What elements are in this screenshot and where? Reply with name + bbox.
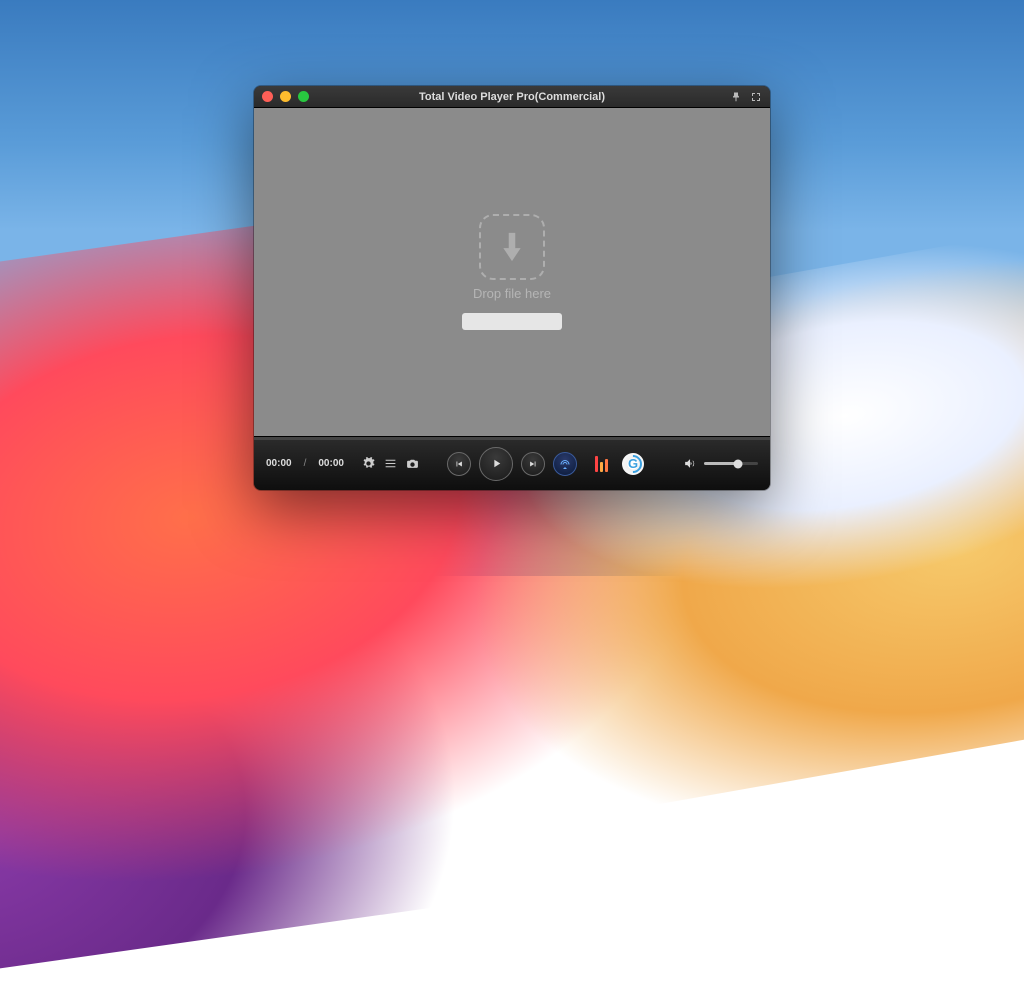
- next-icon: [528, 459, 538, 469]
- progress-track[interactable]: [254, 437, 770, 440]
- airplay-button[interactable]: [553, 452, 577, 476]
- right-controls: [683, 457, 758, 470]
- volume-slider[interactable]: [704, 462, 758, 465]
- drop-label: Drop file here: [473, 286, 551, 301]
- arrow-down-icon: [499, 230, 525, 264]
- convert-icon: G: [628, 456, 638, 471]
- current-time: 00:00: [266, 458, 292, 469]
- playback-controls: [447, 447, 577, 481]
- controls-bar: 00:00 / 00:00: [254, 436, 770, 490]
- drop-box: [479, 214, 545, 280]
- next-button[interactable]: [521, 452, 545, 476]
- gear-icon[interactable]: [362, 457, 375, 470]
- time-separator: /: [304, 458, 307, 469]
- volume-control: [683, 457, 758, 470]
- equalizer-icon: [595, 456, 608, 472]
- camera-icon[interactable]: [406, 457, 419, 470]
- titlebar[interactable]: Total Video Player Pro(Commercial): [254, 86, 770, 108]
- airplay-icon: [559, 458, 571, 470]
- video-area[interactable]: Drop file here: [254, 108, 770, 436]
- open-file-button[interactable]: [462, 313, 562, 330]
- speaker-icon[interactable]: [683, 457, 696, 470]
- video-player-window: Total Video Player Pro(Commercial) Drop …: [254, 86, 770, 490]
- play-button[interactable]: [479, 447, 513, 481]
- volume-thumb[interactable]: [734, 459, 743, 468]
- total-time: 00:00: [318, 458, 344, 469]
- utility-icons: [362, 457, 419, 470]
- play-icon: [490, 457, 503, 470]
- drop-target[interactable]: Drop file here: [473, 214, 551, 301]
- extra-buttons: G: [590, 453, 644, 475]
- list-icon[interactable]: [384, 457, 397, 470]
- window-title: Total Video Player Pro(Commercial): [254, 91, 770, 103]
- previous-button[interactable]: [447, 452, 471, 476]
- previous-icon: [454, 459, 464, 469]
- equalizer-button[interactable]: [590, 453, 612, 475]
- convert-button[interactable]: G: [622, 453, 644, 475]
